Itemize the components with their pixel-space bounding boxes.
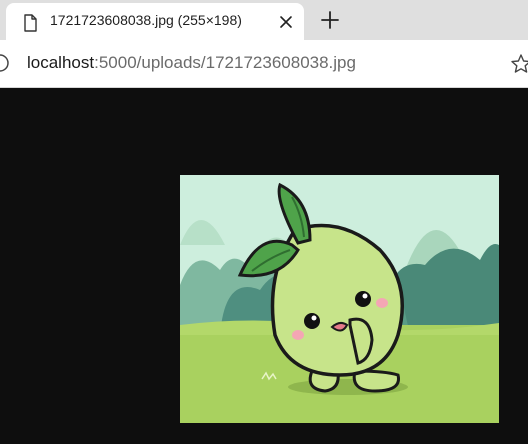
uploaded-image: [180, 175, 499, 423]
plus-icon[interactable]: [318, 8, 342, 32]
tab-strip: 1721723608038.jpg (255×198): [0, 0, 528, 40]
browser-tab[interactable]: 1721723608038.jpg (255×198): [6, 3, 304, 40]
document-icon: [24, 14, 37, 32]
page-viewport: [0, 88, 528, 444]
close-icon[interactable]: [276, 12, 296, 32]
info-icon[interactable]: [0, 53, 10, 73]
tab-title: 1721723608038.jpg (255×198): [50, 12, 242, 28]
url-path: :5000/uploads/1721723608038.jpg: [94, 53, 356, 72]
sprout-illustration: [180, 175, 499, 423]
url-text[interactable]: localhost:5000/uploads/1721723608038.jpg: [27, 53, 356, 73]
star-icon[interactable]: [510, 53, 528, 75]
address-bar[interactable]: localhost:5000/uploads/1721723608038.jpg: [0, 40, 528, 88]
url-host: localhost: [27, 53, 95, 72]
